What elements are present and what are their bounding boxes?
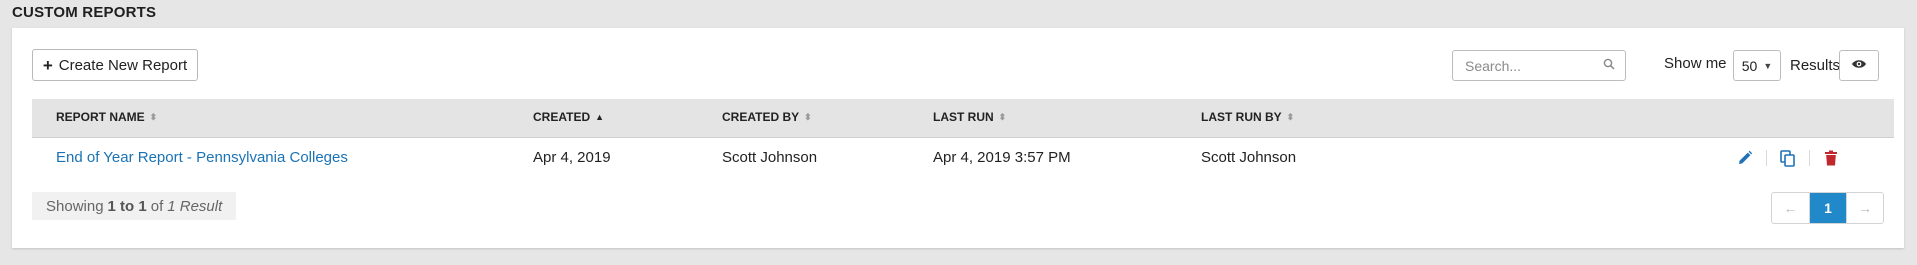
column-header-created[interactable]: CREATED ▲ (533, 110, 604, 124)
copy-icon[interactable] (1778, 148, 1798, 168)
sort-ascending-icon: ▲ (595, 112, 605, 122)
created-by-cell: Scott Johnson (722, 149, 818, 166)
arrow-right-icon: → (1858, 200, 1872, 216)
column-label: LAST RUN (933, 110, 994, 124)
column-header-report-name[interactable]: REPORT NAME ⬍ (56, 110, 157, 124)
results-label: Results (1790, 57, 1841, 74)
column-header-last-run[interactable]: LAST RUN ⬍ (933, 110, 1006, 124)
edit-icon[interactable] (1735, 148, 1755, 168)
next-page-button[interactable]: → (1846, 193, 1883, 223)
column-header-created-by[interactable]: CREATED BY ⬍ (722, 110, 812, 124)
caret-down-icon: ▼ (1763, 60, 1773, 71)
page-button[interactable]: 1 (1809, 193, 1846, 223)
eye-icon (1851, 57, 1867, 75)
column-header-last-run-by[interactable]: LAST RUN BY ⬍ (1201, 110, 1294, 124)
sort-icon: ⬍ (1286, 111, 1295, 122)
search-input[interactable] (1463, 56, 1603, 75)
table-header: REPORT NAME ⬍ CREATED ▲ CREATED BY ⬍ LAS… (32, 99, 1894, 138)
delete-icon[interactable] (1821, 148, 1841, 168)
pagination: ← 1 → (1771, 192, 1884, 224)
showing-range: 1 to 1 (107, 197, 147, 215)
sort-icon: ⬍ (998, 111, 1007, 122)
show-me-label: Show me (1664, 55, 1727, 72)
column-label: CREATED BY (722, 110, 800, 124)
showing-total: 1 Result (167, 197, 223, 215)
page-title: CUSTOM REPORTS (12, 4, 157, 21)
per-page-value: 50 (1741, 57, 1758, 74)
reports-panel: + Create New Report Show me 50 ▼ Results… (12, 28, 1904, 248)
search-icon (1603, 57, 1615, 75)
plus-icon: + (42, 55, 53, 75)
column-visibility-button[interactable] (1839, 50, 1879, 81)
created-cell: Apr 4, 2019 (533, 149, 611, 166)
last-run-by-cell: Scott Johnson (1201, 149, 1297, 166)
divider (1809, 150, 1810, 166)
previous-page-button[interactable]: ← (1772, 193, 1809, 223)
sort-icon: ⬍ (804, 111, 812, 122)
column-label: REPORT NAME (56, 110, 145, 124)
per-page-select[interactable]: 50 ▼ (1733, 50, 1781, 81)
create-new-report-button[interactable]: + Create New Report (32, 49, 198, 81)
results-summary: Showing 1 to 1 of 1 Result (32, 192, 237, 220)
row-actions (1735, 148, 1841, 168)
column-label: LAST RUN BY (1201, 110, 1282, 124)
divider (1766, 150, 1767, 166)
arrow-left-icon: ← (1783, 200, 1798, 216)
showing-prefix: Showing (46, 197, 104, 215)
sort-icon: ⬍ (149, 111, 158, 122)
create-new-report-label: Create New Report (58, 56, 188, 74)
column-label: CREATED (533, 110, 591, 124)
last-run-cell: Apr 4, 2019 3:57 PM (933, 149, 1071, 166)
report-name-link[interactable]: End of Year Report - Pennsylvania Colleg… (56, 149, 348, 166)
table-row: End of Year Report - Pennsylvania Colleg… (32, 138, 1894, 178)
showing-of: of (150, 197, 164, 215)
search-field[interactable] (1452, 50, 1626, 81)
